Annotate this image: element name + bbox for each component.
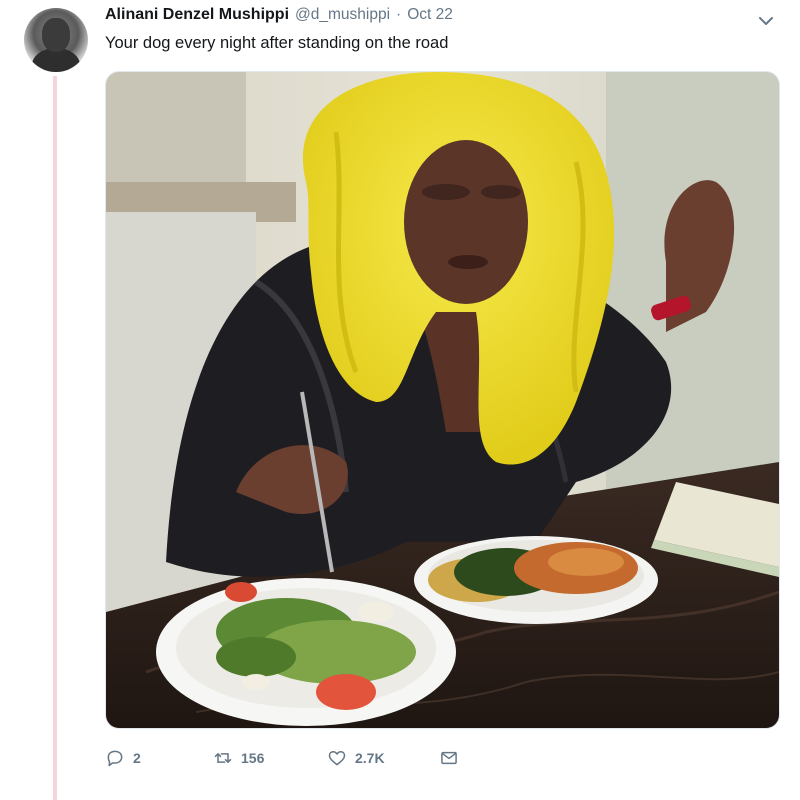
retweet-count: 156 (241, 750, 265, 766)
reply-icon (107, 750, 123, 767)
envelope-icon (441, 751, 457, 765)
heart-icon (328, 751, 346, 766)
tweet-actions: 2 156 2.7K (105, 748, 459, 768)
thread-line (53, 76, 57, 800)
tweet-header: Alinani Denzel Mushippi @d_mushippi · Oc… (105, 6, 740, 30)
separator-dot: · (396, 6, 402, 23)
tweet-date[interactable]: Oct 22 (407, 6, 453, 24)
tweet-photo[interactable] (105, 71, 780, 729)
photo-illustration (106, 72, 779, 728)
chevron-down-icon[interactable] (755, 10, 777, 32)
reply-count: 2 (133, 750, 141, 766)
like-count: 2.7K (355, 750, 385, 766)
tweet-text: Your dog every night after standing on t… (105, 34, 449, 52)
like-button[interactable]: 2.7K (327, 748, 439, 768)
author-name[interactable]: Alinani Denzel Mushippi (105, 6, 289, 24)
direct-message-button[interactable] (439, 748, 459, 768)
avatar[interactable] (24, 8, 88, 72)
retweet-icon (214, 753, 232, 763)
author-handle[interactable]: @d_mushippi (295, 6, 390, 24)
reply-button[interactable]: 2 (105, 748, 213, 768)
retweet-button[interactable]: 156 (213, 748, 327, 768)
